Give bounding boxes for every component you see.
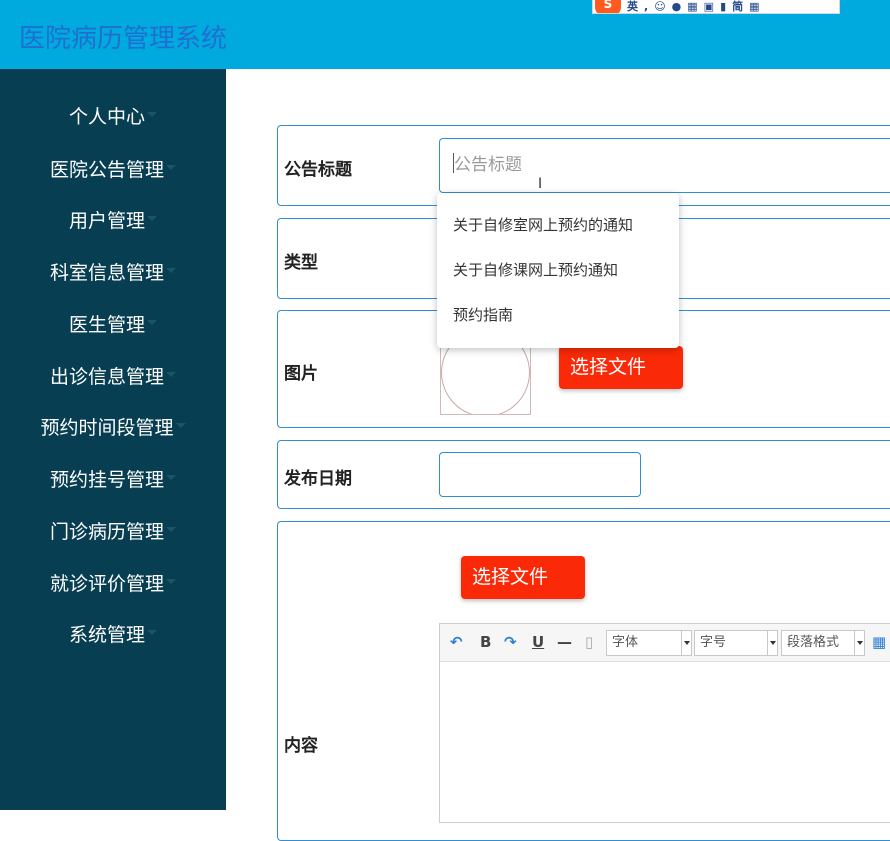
skin-icon[interactable]: ▮ bbox=[720, 0, 726, 13]
editor-toolbar: ↶ B ↷ U — ▯ 字体 字号 段落格式 ▦ bbox=[440, 624, 890, 662]
table-icon[interactable]: ▦ bbox=[872, 633, 886, 651]
date-label: 发布日期 bbox=[284, 469, 352, 489]
grid-menu-icon[interactable]: ▦ bbox=[749, 0, 759, 13]
chevron-down-icon bbox=[175, 423, 186, 428]
ime-toolbar[interactable]: S 英 , ☺ ● ▦ ▣ ▮ 简 ▦ bbox=[592, 0, 840, 14]
sidebar-item-department[interactable]: 科室信息管理 bbox=[0, 258, 226, 288]
font-size-select[interactable]: 字号 bbox=[694, 630, 778, 656]
sidebar-item-registration[interactable]: 预约挂号管理 bbox=[0, 465, 226, 495]
chevron-down-icon bbox=[166, 527, 176, 532]
date-input[interactable] bbox=[439, 452, 641, 497]
image-label: 图片 bbox=[284, 364, 318, 384]
sidebar-item-label: 医院公告管理 bbox=[49, 159, 164, 181]
app-title: 医院病历管理系统 bbox=[19, 24, 228, 54]
punctuation-icon[interactable]: , bbox=[644, 0, 648, 13]
sidebar-item-label: 系统管理 bbox=[68, 624, 145, 646]
emoji-icon[interactable]: ☺ bbox=[654, 0, 665, 13]
text-cursor bbox=[453, 153, 454, 173]
paragraph-format-value: 段落格式 bbox=[787, 635, 840, 650]
chevron-down-icon bbox=[767, 631, 777, 655]
chevron-down-icon bbox=[854, 631, 864, 655]
sidebar-item-label: 个人中心 bbox=[68, 106, 145, 128]
user-icon[interactable]: ▣ bbox=[704, 0, 714, 13]
chevron-down-icon bbox=[681, 631, 691, 655]
sidebar-item-label: 预约挂号管理 bbox=[49, 469, 164, 491]
autocomplete-dropdown: 关于自修室网上预约的通知 关于自修课网上预约通知 预约指南 bbox=[437, 193, 679, 348]
title-placeholder: 公告标题 bbox=[454, 155, 522, 175]
title-input[interactable]: 公告标题 I bbox=[439, 138, 890, 193]
ime-mode-label[interactable]: 英 bbox=[627, 0, 638, 13]
sidebar-item-clinic-info[interactable]: 出诊信息管理 bbox=[0, 362, 226, 392]
chevron-down-icon bbox=[166, 475, 176, 480]
sidebar-item-label: 科室信息管理 bbox=[49, 262, 164, 284]
sidebar-item-label: 医生管理 bbox=[68, 314, 145, 336]
sidebar-item-reviews[interactable]: 就诊评价管理 bbox=[0, 569, 226, 599]
type-label: 类型 bbox=[284, 253, 318, 273]
sidebar-item-label: 预约时间段管理 bbox=[40, 417, 174, 439]
paragraph-format-select[interactable]: 段落格式 bbox=[781, 630, 865, 656]
chevron-down-icon bbox=[147, 112, 157, 117]
undo-icon[interactable]: ↶ bbox=[450, 633, 463, 651]
sidebar-item-label: 门诊病历管理 bbox=[49, 521, 164, 543]
sidebar-item-label: 出诊信息管理 bbox=[49, 366, 164, 388]
chevron-down-icon bbox=[147, 320, 157, 325]
document-icon[interactable]: ▯ bbox=[585, 633, 593, 651]
sidebar-item-doctors[interactable]: 医生管理 bbox=[0, 310, 226, 340]
content-choose-file-button[interactable]: 选择文件 bbox=[461, 556, 585, 599]
font-family-value: 字体 bbox=[612, 635, 639, 650]
sidebar-item-records[interactable]: 门诊病历管理 bbox=[0, 517, 226, 547]
sidebar-item-label: 就诊评价管理 bbox=[49, 573, 164, 595]
sidebar-item-personal-center[interactable]: 个人中心 bbox=[0, 102, 226, 132]
sidebar-item-users[interactable]: 用户管理 bbox=[0, 206, 226, 236]
image-choose-file-button[interactable]: 选择文件 bbox=[559, 346, 683, 389]
chevron-down-icon bbox=[147, 630, 157, 635]
rich-text-editor[interactable]: ↶ B ↷ U — ▯ 字体 字号 段落格式 ▦ bbox=[439, 623, 890, 823]
chevron-down-icon bbox=[166, 579, 176, 584]
autocomplete-item[interactable]: 关于自修课网上预约通知 bbox=[453, 259, 618, 280]
underline-button[interactable]: U bbox=[532, 633, 544, 651]
content-label: 内容 bbox=[284, 736, 318, 756]
keyboard-icon[interactable]: ▦ bbox=[687, 0, 697, 13]
font-family-select[interactable]: 字体 bbox=[606, 630, 692, 656]
sidebar-item-label: 用户管理 bbox=[68, 210, 145, 232]
sidebar-item-notice[interactable]: 医院公告管理 bbox=[0, 155, 226, 185]
chevron-down-icon bbox=[166, 165, 176, 170]
title-label: 公告标题 bbox=[284, 160, 352, 180]
sogou-logo-icon[interactable]: S bbox=[595, 0, 621, 13]
simplified-icon[interactable]: 简 bbox=[732, 0, 743, 13]
bold-button[interactable]: B bbox=[480, 633, 491, 651]
autocomplete-item[interactable]: 关于自修室网上预约的通知 bbox=[453, 214, 633, 235]
sidebar-item-time-slots[interactable]: 预约时间段管理 bbox=[0, 413, 226, 443]
chevron-down-icon bbox=[147, 216, 157, 221]
horizontal-rule-icon[interactable]: — bbox=[557, 633, 572, 651]
chevron-down-icon bbox=[166, 268, 176, 273]
font-size-value: 字号 bbox=[700, 635, 727, 650]
redo-icon[interactable]: ↷ bbox=[504, 633, 517, 651]
microphone-icon[interactable]: ● bbox=[672, 0, 682, 13]
chevron-down-icon bbox=[166, 372, 176, 377]
autocomplete-item[interactable]: 预约指南 bbox=[453, 304, 513, 325]
sidebar-item-system[interactable]: 系统管理 bbox=[0, 620, 226, 650]
